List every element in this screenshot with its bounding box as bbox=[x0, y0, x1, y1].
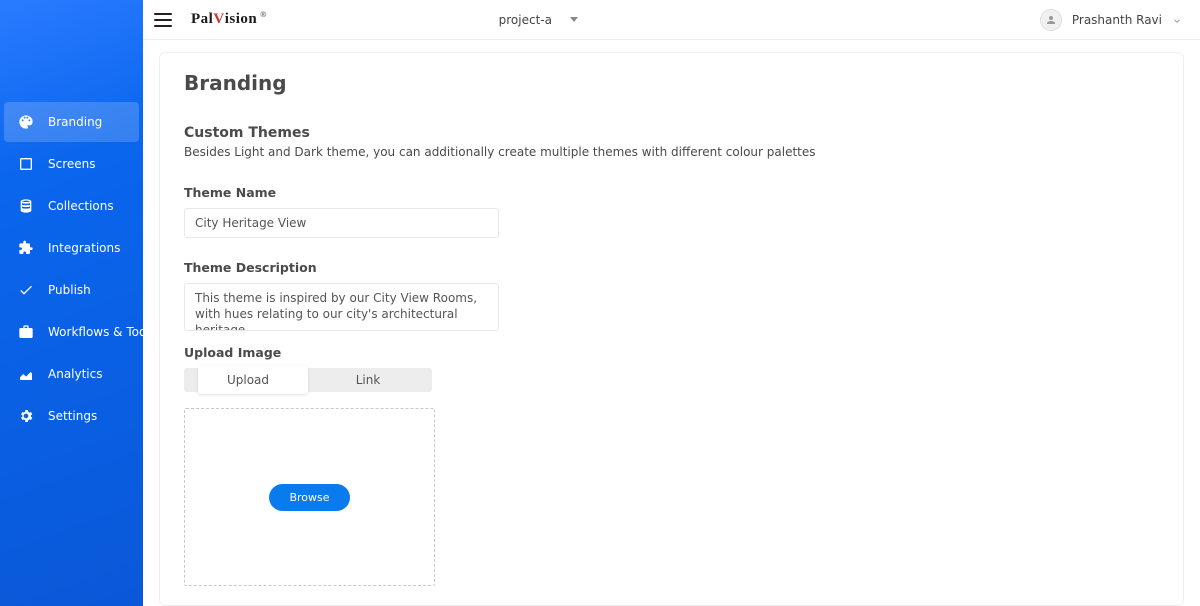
section-title: Custom Themes bbox=[184, 125, 1159, 141]
user-menu[interactable]: Prashanth Ravi bbox=[1040, 9, 1182, 31]
sidebar-item-screens[interactable]: Screens bbox=[4, 144, 139, 184]
panel: Branding Custom Themes Besides Light and… bbox=[159, 52, 1184, 606]
check-icon bbox=[18, 282, 34, 298]
toolbox-icon bbox=[18, 324, 34, 340]
sidebar-item-label: Analytics bbox=[48, 367, 103, 381]
theme-description-label: Theme Description bbox=[184, 260, 1159, 275]
sidebar-item-label: Screens bbox=[48, 157, 96, 171]
chart-icon bbox=[18, 366, 34, 382]
tab-link[interactable]: Link bbox=[308, 368, 428, 392]
project-name: project-a bbox=[499, 13, 552, 27]
theme-name-label: Theme Name bbox=[184, 185, 1159, 200]
chevron-down-icon bbox=[570, 17, 578, 22]
sidebar-item-label: Branding bbox=[48, 115, 102, 129]
sidebar-item-settings[interactable]: Settings bbox=[4, 396, 139, 436]
sidebar-item-integrations[interactable]: Integrations bbox=[4, 228, 139, 268]
avatar-icon bbox=[1040, 9, 1062, 31]
upload-image-label: Upload Image bbox=[184, 345, 1159, 360]
sidebar-item-collections[interactable]: Collections bbox=[4, 186, 139, 226]
tab-upload[interactable]: Upload bbox=[188, 368, 308, 392]
section-description: Besides Light and Dark theme, you can ad… bbox=[184, 145, 1159, 159]
sidebar-item-publish[interactable]: Publish bbox=[4, 270, 139, 310]
puzzle-icon bbox=[18, 240, 34, 256]
sidebar-item-label: Workflows & Tools bbox=[48, 325, 156, 339]
sidebar-item-label: Collections bbox=[48, 199, 114, 213]
project-selector[interactable]: project-a bbox=[499, 13, 578, 27]
user-name: Prashanth Ravi bbox=[1072, 13, 1162, 27]
topbar: PalVision® project-a Prashanth Ravi bbox=[143, 0, 1200, 40]
database-icon bbox=[18, 198, 34, 214]
upload-dropzone[interactable]: Browse bbox=[184, 408, 435, 586]
sidebar-item-label: Integrations bbox=[48, 241, 120, 255]
sidebar-item-analytics[interactable]: Analytics bbox=[4, 354, 139, 394]
gear-icon bbox=[18, 408, 34, 424]
palette-icon bbox=[18, 114, 34, 130]
menu-icon[interactable] bbox=[153, 10, 173, 30]
upload-mode-toggle: Upload Link bbox=[184, 368, 432, 392]
theme-description-input[interactable]: This theme is inspired by our City View … bbox=[184, 283, 499, 331]
page-title: Branding bbox=[184, 71, 1159, 95]
chevron-down-icon bbox=[1172, 15, 1182, 25]
theme-name-input[interactable] bbox=[184, 208, 499, 238]
sidebar-item-label: Settings bbox=[48, 409, 97, 423]
sidebar-item-label: Publish bbox=[48, 283, 91, 297]
browse-button[interactable]: Browse bbox=[269, 484, 349, 511]
tablet-icon bbox=[18, 156, 34, 172]
sidebar-item-workflows[interactable]: Workflows & Tools bbox=[4, 312, 139, 352]
sidebar: Branding Screens Collections Integration… bbox=[0, 0, 143, 606]
logo: PalVision® bbox=[191, 11, 268, 28]
main: Branding Custom Themes Besides Light and… bbox=[143, 40, 1200, 606]
sidebar-item-branding[interactable]: Branding bbox=[4, 102, 139, 142]
